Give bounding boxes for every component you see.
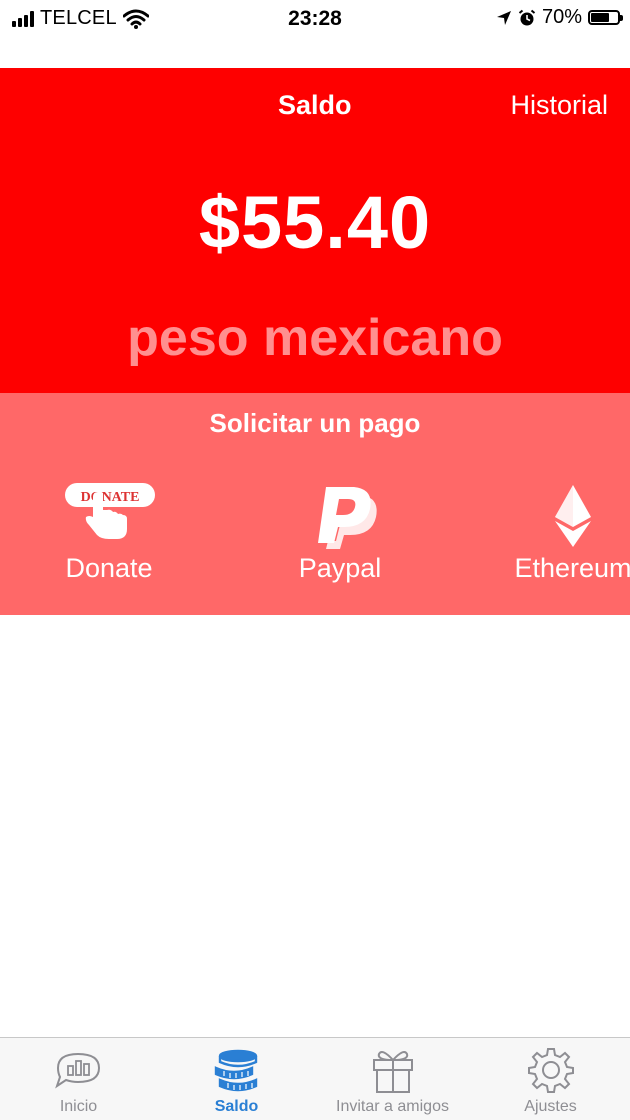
- tab-label: Saldo: [214, 1098, 259, 1115]
- tab-historial[interactable]: Historial: [510, 90, 608, 121]
- request-payment-title: Solicitar un pago: [209, 408, 421, 438]
- tab-label: Invitar a amigos: [336, 1098, 449, 1115]
- ethereum-icon: [555, 485, 591, 547]
- payment-method-paypal[interactable]: Paypal: [240, 481, 440, 591]
- status-right: 70%: [496, 6, 623, 29]
- battery-icon: [588, 10, 623, 25]
- tab-ajustes[interactable]: Ajustes: [472, 1038, 629, 1120]
- alarm-icon: [518, 9, 536, 25]
- payment-method-label: Donate: [65, 553, 153, 583]
- status-bar: TELCEL 23:28 70%: [0, 0, 630, 38]
- bottom-tab-bar: Inicio Saldo Invitar a amigos Ajustes: [0, 1037, 630, 1120]
- tab-label: Inicio: [59, 1098, 98, 1115]
- tab-inicio[interactable]: Inicio: [0, 1038, 157, 1120]
- balance-panel: Saldo Historial $55.40 peso mexicano: [0, 68, 630, 393]
- screen: TELCEL 23:28 70% Saldo Historial $55.40 …: [0, 0, 630, 1120]
- battery-fill: [591, 13, 609, 22]
- payment-method-ethereum[interactable]: Ethereum: [473, 481, 630, 591]
- gear-icon: [528, 1048, 574, 1093]
- tab-saldo[interactable]: Saldo: [278, 90, 352, 121]
- payment-method-donate[interactable]: DONATE Donate: [9, 481, 209, 591]
- gift-icon: [373, 1051, 413, 1093]
- tab-label: Ajustes: [524, 1098, 577, 1115]
- paypal-icon: [318, 487, 377, 549]
- location-arrow-icon: [496, 10, 511, 25]
- donate-button-icon: DONATE: [65, 483, 155, 539]
- payment-panel: Solicitar un pago DONATE Donate Paypal E…: [0, 393, 630, 615]
- currency-name: peso mexicano: [127, 309, 503, 367]
- battery-percent: 70%: [541, 6, 582, 28]
- donate-icon-text: DONATE: [81, 490, 140, 505]
- coins-icon: [214, 1049, 258, 1092]
- payment-method-label: Ethereum: [514, 553, 630, 583]
- payment-method-label: Paypal: [298, 553, 382, 583]
- tab-saldo-bottom[interactable]: Saldo: [158, 1038, 315, 1120]
- chat-chart-icon: [55, 1052, 101, 1089]
- balance-amount: $55.40: [198, 181, 432, 264]
- tab-invitar-amigos[interactable]: Invitar a amigos: [314, 1038, 471, 1120]
